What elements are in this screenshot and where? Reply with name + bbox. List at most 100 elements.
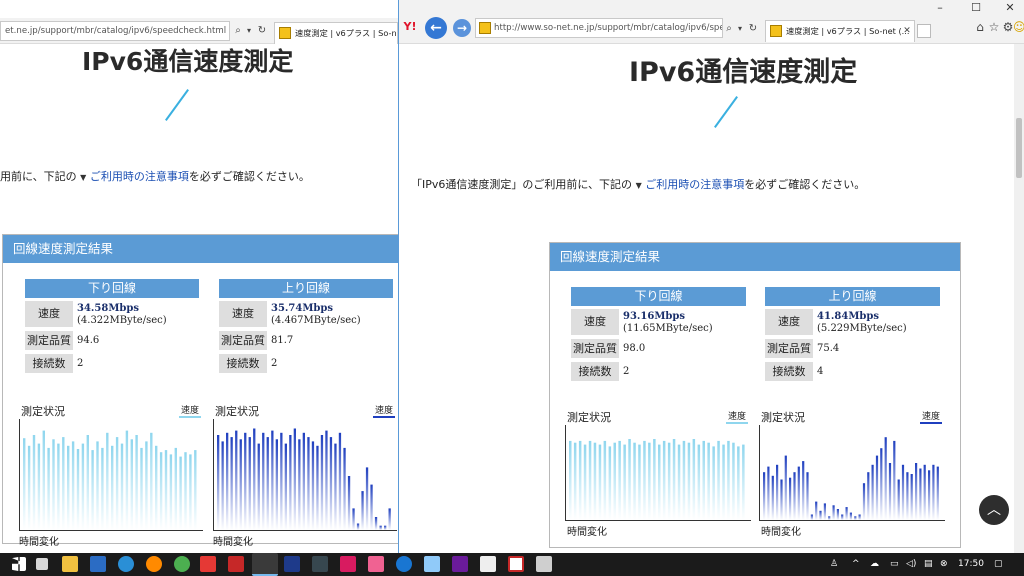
speed-bar: [884, 437, 887, 520]
start-windows-icon[interactable]: [12, 557, 26, 571]
ie-icon[interactable]: [396, 556, 412, 572]
app-icon-4[interactable]: [228, 556, 244, 572]
right-address-bar[interactable]: http://www.so-net.ne.jp/support/mbr/cata…: [475, 18, 723, 38]
dropdown-icon[interactable]: ▾: [735, 22, 745, 36]
up-speed-mbyte: (5.229MByte/sec): [817, 323, 907, 334]
speed-bar: [179, 456, 182, 530]
speed-bar: [578, 440, 582, 520]
speed-bar: [871, 464, 874, 520]
notice-link[interactable]: ご利用時の注意事項: [645, 178, 744, 191]
speed-bar: [379, 525, 382, 530]
refresh-icon[interactable]: ↻: [747, 22, 759, 36]
speed-bar: [737, 446, 740, 520]
speed-bar: [836, 509, 839, 520]
show-hidden-icons[interactable]: ^: [852, 559, 860, 569]
vertical-scrollbar[interactable]: [1014, 44, 1024, 553]
app-icon-8[interactable]: [368, 556, 384, 572]
firefox-icon[interactable]: [146, 556, 162, 572]
search-icon[interactable]: ⌕: [232, 24, 244, 38]
file-explorer-icon[interactable]: [62, 556, 78, 572]
volume-icon[interactable]: ◁): [906, 559, 916, 569]
network-icon[interactable]: ▤: [924, 559, 933, 569]
speed-bar: [307, 437, 310, 530]
speed-bar: [819, 510, 822, 520]
speed-bar: [841, 514, 844, 520]
back-icon[interactable]: ←: [425, 17, 447, 39]
yahoo-logo-icon: Y!: [403, 20, 417, 33]
app-icon-1[interactable]: [90, 556, 106, 572]
app-icon-5[interactable]: [284, 556, 300, 572]
close-icon[interactable]: ✕: [1003, 1, 1017, 14]
speed-bar: [569, 440, 572, 520]
speed-bar: [67, 445, 70, 530]
scrollbar-thumb[interactable]: [1016, 118, 1022, 178]
amazon-icon[interactable]: [480, 556, 496, 572]
battery-icon[interactable]: ▭: [890, 559, 899, 569]
speed-bar: [854, 516, 857, 520]
speed-bar: [235, 430, 238, 530]
speed-bar: [858, 514, 861, 520]
maximize-icon[interactable]: ☐: [969, 1, 983, 14]
home-icon[interactable]: ⌂: [973, 20, 987, 34]
speed-bar: [374, 517, 378, 530]
left-address-bar[interactable]: et.ne.jp/support/mbr/catalog/ipv6/speedc…: [0, 21, 230, 41]
new-tab-icon[interactable]: [917, 24, 931, 38]
down-speed-value: 93.16Mbps (11.65MByte/sec): [623, 311, 713, 335]
speed-bar: [583, 444, 587, 520]
app-icon-10[interactable]: [452, 556, 468, 572]
notification-icon[interactable]: ▢: [994, 559, 1003, 569]
speed-bar: [262, 432, 265, 530]
app-icon-9[interactable]: [424, 556, 440, 572]
forward-icon[interactable]: →: [453, 19, 471, 37]
speed-bar: [338, 432, 342, 530]
decorative-slash: [165, 89, 189, 121]
speed-bar: [712, 446, 715, 520]
down-speed-link[interactable]: 速度: [181, 403, 199, 416]
app-icon-7[interactable]: [340, 556, 356, 572]
yahoo-browser-taskbar-item[interactable]: [252, 553, 278, 576]
speed-bar: [867, 472, 870, 520]
clock-time[interactable]: 17:50: [958, 559, 984, 569]
speed-bar: [96, 441, 99, 530]
tab-close-icon[interactable]: ✕: [901, 24, 913, 38]
ime-status-icon[interactable]: ⊗: [940, 559, 948, 569]
onedrive-icon[interactable]: ☁: [870, 559, 879, 569]
app-icon-3[interactable]: [200, 556, 216, 572]
scroll-to-top-icon[interactable]: ︿: [979, 495, 1009, 525]
left-browser-window: et.ne.jp/support/mbr/catalog/ipv6/speedc…: [0, 18, 398, 553]
app-icon-6[interactable]: [312, 556, 328, 572]
task-view-icon[interactable]: [36, 558, 48, 570]
down-speed-link[interactable]: 速度: [728, 409, 746, 422]
rakuten-icon[interactable]: [508, 556, 524, 572]
smiley-icon[interactable]: ☺: [1013, 20, 1024, 34]
calculator-icon[interactable]: [536, 556, 552, 572]
search-icon[interactable]: ⌕: [723, 22, 735, 36]
speed-bar: [763, 472, 766, 520]
speed-bar: [901, 464, 905, 520]
up-time-label: 時間変化: [761, 527, 801, 538]
favorites-star-icon[interactable]: ☆: [987, 20, 1001, 34]
left-tab-active[interactable]: 速度測定 | v6プラス | So-net ...: [274, 22, 398, 44]
speed-bar: [662, 440, 666, 520]
right-tab-active[interactable]: 速度測定 | v6プラス | So-net (...: [765, 20, 915, 42]
speed-bar: [343, 447, 346, 530]
speed-bar: [932, 464, 935, 520]
app-icon-2[interactable]: [118, 556, 134, 572]
speed-bar: [667, 442, 671, 520]
up-quality-label: 測定品質: [219, 331, 267, 350]
speed-bar: [120, 443, 124, 530]
down-conn-label: 接続数: [571, 362, 619, 381]
speed-bar: [823, 503, 826, 520]
refresh-icon[interactable]: ↻: [256, 24, 268, 38]
up-speed-link[interactable]: 速度: [922, 409, 940, 422]
speed-bar: [875, 455, 879, 520]
up-status-label: 測定状況: [215, 405, 259, 418]
minimize-icon[interactable]: –: [933, 1, 947, 14]
people-icon[interactable]: ♙: [830, 559, 838, 569]
speed-bar: [164, 450, 168, 530]
notice-link[interactable]: ご利用時の注意事項: [90, 170, 189, 183]
dropdown-icon[interactable]: ▾: [244, 24, 254, 38]
up-speed-link[interactable]: 速度: [375, 403, 393, 416]
speed-bar: [76, 449, 80, 530]
chrome-icon[interactable]: [174, 556, 190, 572]
